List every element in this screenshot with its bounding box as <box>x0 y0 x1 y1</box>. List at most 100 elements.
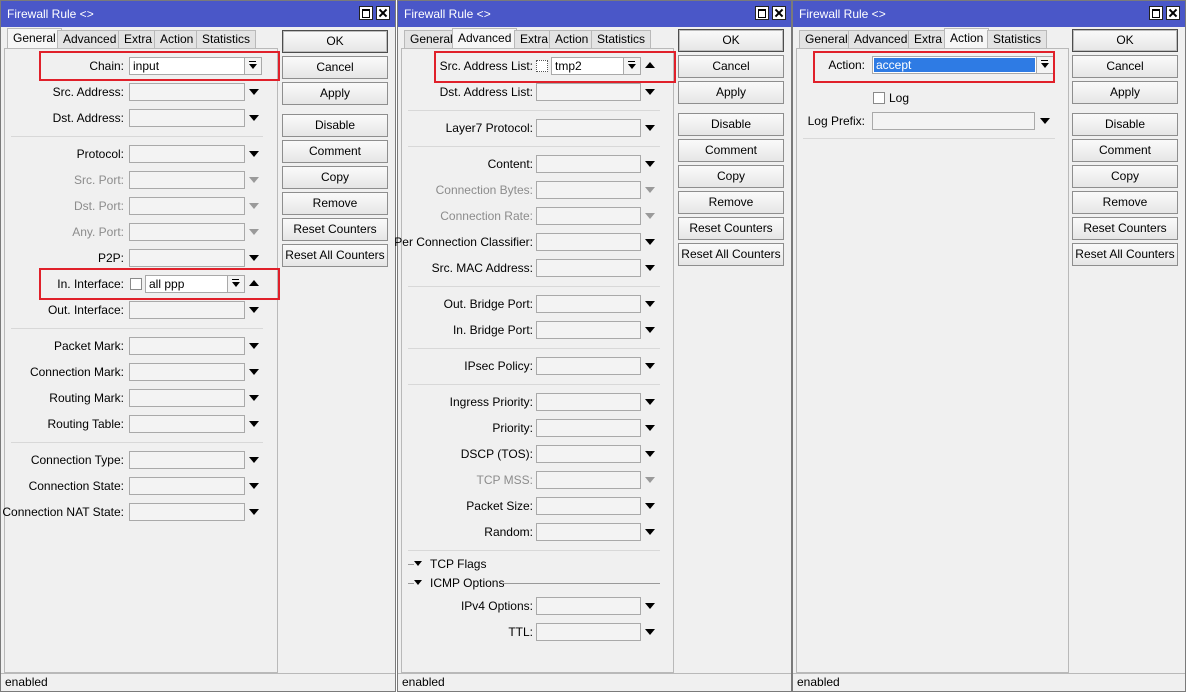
ok-button[interactable]: OK <box>282 30 388 53</box>
log-prefix-input[interactable] <box>872 112 1035 130</box>
reset-counters-button[interactable]: Reset Counters <box>678 217 784 240</box>
cancel-button[interactable]: Cancel <box>282 56 388 79</box>
ipv4-options-expand-icon[interactable] <box>645 603 655 609</box>
random-expand-icon[interactable] <box>645 529 655 535</box>
tab-statistics[interactable]: Statistics <box>987 30 1048 48</box>
apply-button[interactable]: Apply <box>282 82 388 105</box>
ipv4-options-input[interactable] <box>536 597 641 615</box>
out-interface-input[interactable] <box>129 301 245 319</box>
tab-action[interactable]: Action <box>944 28 990 49</box>
reset-all-counters-button[interactable]: Reset All Counters <box>282 244 388 267</box>
priority-expand-icon[interactable] <box>645 425 655 431</box>
dst-address-list-input[interactable] <box>536 83 641 101</box>
close-icon[interactable] <box>376 6 390 20</box>
title-bar[interactable]: Firewall Rule <> <box>793 1 1185 27</box>
copy-button[interactable]: Copy <box>1072 165 1178 188</box>
ipsec-policy-expand-icon[interactable] <box>645 363 655 369</box>
log-prefix-expand-icon[interactable] <box>1040 118 1050 124</box>
reset-counters-button[interactable]: Reset Counters <box>282 218 388 241</box>
disable-button[interactable]: Disable <box>1072 113 1178 136</box>
dscp-input[interactable] <box>536 445 641 463</box>
packet-mark-input[interactable] <box>129 337 245 355</box>
connection-mark-input[interactable] <box>129 363 245 381</box>
layer7-protocol-input[interactable] <box>536 119 641 137</box>
connection-state-input[interactable] <box>129 477 245 495</box>
random-input[interactable] <box>536 523 641 541</box>
comment-button[interactable]: Comment <box>282 140 388 163</box>
tab-extra[interactable]: Extra <box>514 30 555 48</box>
tcp-flags-section[interactable]: TCP Flags <box>408 556 660 572</box>
priority-input[interactable] <box>536 419 641 437</box>
connection-mark-expand-icon[interactable] <box>249 369 259 375</box>
out-bridge-port-input[interactable] <box>536 295 641 313</box>
src-mac-address-expand-icon[interactable] <box>645 265 655 271</box>
connection-type-input[interactable] <box>129 451 245 469</box>
connection-state-expand-icon[interactable] <box>249 483 259 489</box>
copy-button[interactable]: Copy <box>678 165 784 188</box>
tab-extra[interactable]: Extra <box>118 30 159 48</box>
apply-button[interactable]: Apply <box>678 81 784 104</box>
maximize-icon[interactable] <box>359 6 373 20</box>
connection-type-expand-icon[interactable] <box>249 457 259 463</box>
ttl-input[interactable] <box>536 623 641 641</box>
protocol-expand-icon[interactable] <box>249 151 259 157</box>
title-bar[interactable]: Firewall Rule <> <box>398 1 791 27</box>
reset-all-counters-button[interactable]: Reset All Counters <box>1072 243 1178 266</box>
out-interface-expand-icon[interactable] <box>249 307 259 313</box>
dst-address-expand-icon[interactable] <box>249 115 259 121</box>
protocol-input[interactable] <box>129 145 245 163</box>
copy-button[interactable]: Copy <box>282 166 388 189</box>
tab-advanced[interactable]: Advanced <box>848 30 914 48</box>
routing-mark-input[interactable] <box>129 389 245 407</box>
tab-advanced[interactable]: Advanced <box>452 28 518 49</box>
out-bridge-port-expand-icon[interactable] <box>645 301 655 307</box>
maximize-icon[interactable] <box>755 6 769 20</box>
apply-button[interactable]: Apply <box>1072 81 1178 104</box>
cancel-button[interactable]: Cancel <box>1072 55 1178 78</box>
comment-button[interactable]: Comment <box>678 139 784 162</box>
reset-all-counters-button[interactable]: Reset All Counters <box>678 243 784 266</box>
title-bar[interactable]: Firewall Rule <> <box>1 1 395 27</box>
p2p-input[interactable] <box>129 249 245 267</box>
routing-table-expand-icon[interactable] <box>249 421 259 427</box>
in-bridge-port-expand-icon[interactable] <box>645 327 655 333</box>
ingress-priority-expand-icon[interactable] <box>645 399 655 405</box>
remove-button[interactable]: Remove <box>1072 191 1178 214</box>
per-connection-classifier-expand-icon[interactable] <box>645 239 655 245</box>
cancel-button[interactable]: Cancel <box>678 55 784 78</box>
content-input[interactable] <box>536 155 641 173</box>
src-mac-address-input[interactable] <box>536 259 641 277</box>
comment-button[interactable]: Comment <box>1072 139 1178 162</box>
packet-size-expand-icon[interactable] <box>645 503 655 509</box>
tab-general[interactable]: General <box>404 30 459 48</box>
src-address-input[interactable] <box>129 83 245 101</box>
in-bridge-port-input[interactable] <box>536 321 641 339</box>
disable-button[interactable]: Disable <box>282 114 388 137</box>
tab-action[interactable]: Action <box>549 30 595 48</box>
tab-advanced[interactable]: Advanced <box>57 30 123 48</box>
packet-size-input[interactable] <box>536 497 641 515</box>
packet-mark-expand-icon[interactable] <box>249 343 259 349</box>
src-address-expand-icon[interactable] <box>249 89 259 95</box>
maximize-icon[interactable] <box>1149 6 1163 20</box>
log-checkbox[interactable] <box>873 92 885 104</box>
dst-address-list-expand-icon[interactable] <box>645 89 655 95</box>
close-icon[interactable] <box>1166 6 1180 20</box>
content-expand-icon[interactable] <box>645 161 655 167</box>
disable-button[interactable]: Disable <box>678 113 784 136</box>
layer7-protocol-expand-icon[interactable] <box>645 125 655 131</box>
tcp-flags-toggle-icon[interactable] <box>414 561 422 566</box>
tab-general[interactable]: General <box>7 28 62 49</box>
reset-counters-button[interactable]: Reset Counters <box>1072 217 1178 240</box>
ipsec-policy-input[interactable] <box>536 357 641 375</box>
close-icon[interactable] <box>772 6 786 20</box>
tab-statistics[interactable]: Statistics <box>591 30 652 48</box>
ingress-priority-input[interactable] <box>536 393 641 411</box>
tab-extra[interactable]: Extra <box>908 30 949 48</box>
ok-button[interactable]: OK <box>1072 29 1178 52</box>
ok-button[interactable]: OK <box>678 29 784 52</box>
icmp-options-section[interactable]: ICMP Options <box>408 575 660 591</box>
routing-mark-expand-icon[interactable] <box>249 395 259 401</box>
remove-button[interactable]: Remove <box>282 192 388 215</box>
ttl-expand-icon[interactable] <box>645 629 655 635</box>
